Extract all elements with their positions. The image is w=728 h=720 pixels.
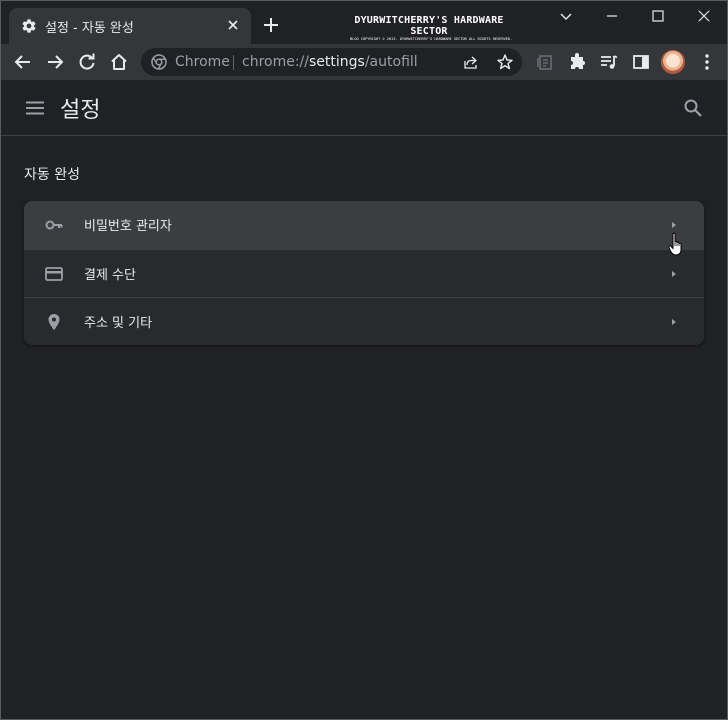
profile-avatar[interactable] [661, 50, 685, 74]
bookmark-star-icon[interactable] [496, 53, 514, 71]
search-icon[interactable] [683, 98, 703, 118]
maximize-icon[interactable] [648, 6, 668, 26]
home-icon[interactable] [109, 52, 129, 72]
list-item-addresses[interactable]: 주소 및 기타 [24, 298, 704, 345]
list-item-label: 주소 및 기타 [84, 316, 153, 331]
autofill-card: 비밀번호 관리자 결제 수단 주소 및 기타 [24, 201, 704, 345]
omnibox-separator [233, 55, 234, 70]
key-icon [45, 220, 63, 230]
location-pin-icon [48, 314, 60, 330]
window-close-icon[interactable] [694, 6, 714, 26]
minimize-icon[interactable] [602, 6, 622, 26]
gear-icon [22, 19, 36, 33]
tab-settings-autofill[interactable]: 설정 - 자동 완성 [9, 8, 251, 44]
address-bar[interactable]: Chrome chrome://settings/autofill [141, 48, 522, 76]
tab-title: 설정 - 자동 완성 [45, 21, 134, 36]
watermark-title: DYURWITCHERRY'S HARDWARE SECTOR [354, 15, 504, 37]
media-control-icon[interactable] [599, 52, 619, 72]
browser-toolbar: Chrome chrome://settings/autofill [0, 44, 728, 80]
omnibox-scheme-label: Chrome [175, 54, 230, 70]
url-host: settings [309, 54, 365, 70]
chrome-logo-icon [151, 54, 167, 70]
omnibox-url[interactable]: chrome://settings/autofill [242, 54, 418, 70]
chevron-right-icon [672, 319, 676, 325]
chevron-right-icon [672, 271, 676, 277]
list-item-label: 비밀번호 관리자 [84, 219, 172, 234]
more-menu-icon[interactable] [697, 52, 717, 72]
reading-list-icon[interactable] [535, 52, 555, 72]
url-prefix: chrome:// [242, 54, 309, 70]
page-title: 설정 [60, 98, 101, 123]
title-bar: 설정 - 자동 완성 DYURWITCHERRY'S HARDWARE SECT… [0, 0, 728, 44]
new-tab-icon[interactable] [262, 16, 280, 34]
hand-cursor-icon [668, 232, 682, 256]
hamburger-menu-icon[interactable] [25, 98, 45, 118]
watermark: DYURWITCHERRY'S HARDWARE SECTOR BLOG COP… [350, 15, 513, 42]
credit-card-icon [45, 267, 63, 281]
chevron-right-icon [672, 222, 676, 228]
tab-search-chevron-icon[interactable] [556, 6, 576, 26]
reload-icon[interactable] [77, 52, 97, 72]
list-item-password-manager[interactable]: 비밀번호 관리자 [24, 201, 704, 249]
watermark-subtitle: BLOG COPYRIGHT © 2013. DYURWITCHERRY'S H… [350, 37, 513, 41]
extensions-puzzle-icon[interactable] [567, 52, 587, 72]
back-arrow-icon[interactable] [13, 52, 33, 72]
url-path: /autofill [364, 54, 418, 70]
list-item-label: 결제 수단 [84, 268, 136, 283]
share-icon[interactable] [463, 54, 479, 70]
list-item-payment-methods[interactable]: 결제 수단 [24, 250, 704, 298]
section-title: 자동 완성 [24, 167, 80, 183]
close-icon[interactable] [225, 17, 241, 33]
settings-header: 설정 [0, 80, 728, 136]
side-panel-icon[interactable] [631, 52, 651, 72]
forward-arrow-icon[interactable] [45, 52, 65, 72]
